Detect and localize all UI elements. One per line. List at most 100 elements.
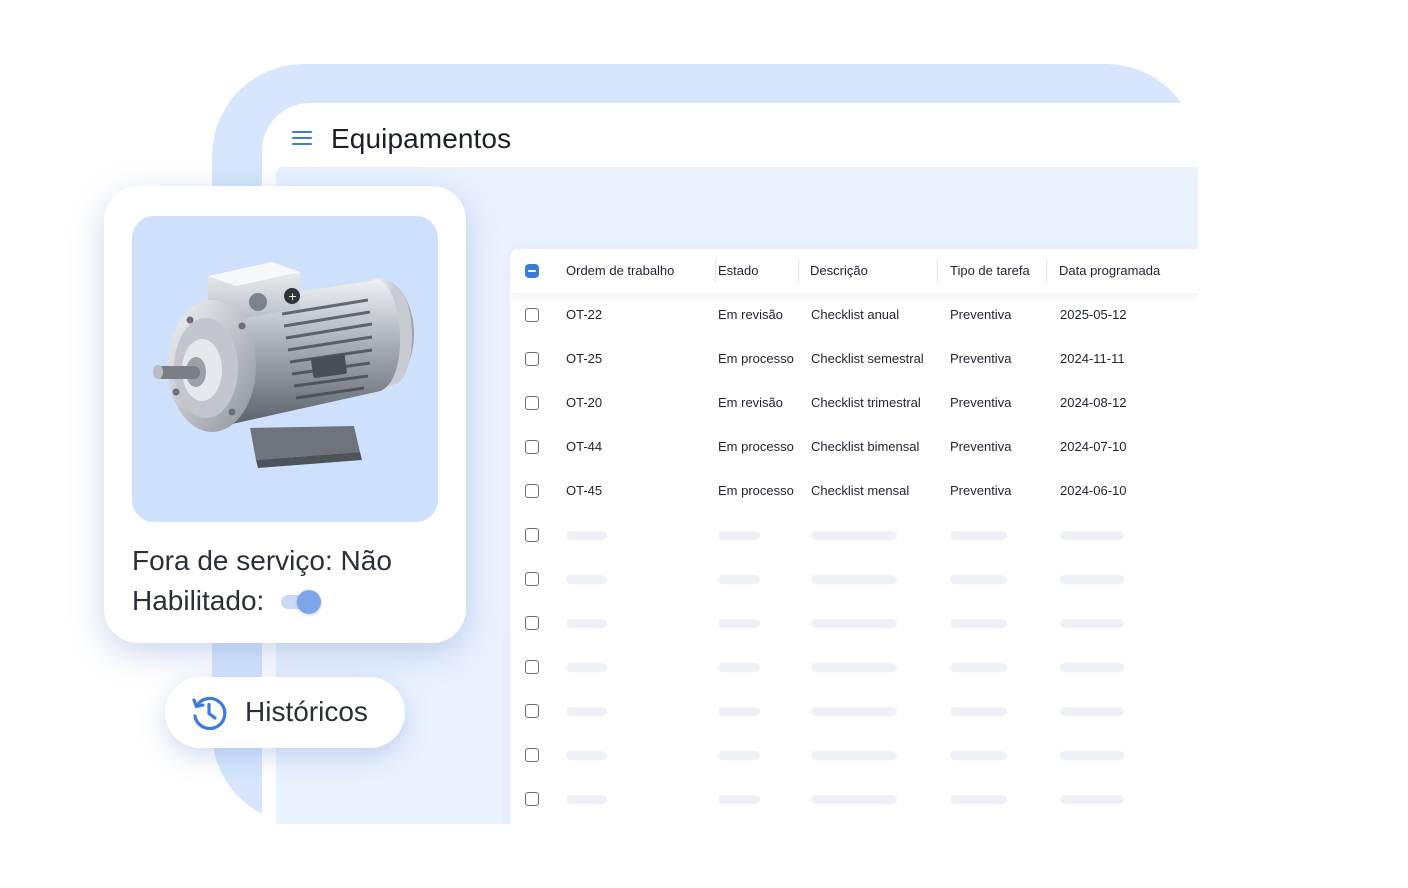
cell-description: Checklist semestral <box>811 351 924 366</box>
cell-status: Em processo <box>718 483 794 498</box>
skeleton-bar <box>718 751 760 760</box>
column-header-status[interactable]: Estado <box>718 262 758 280</box>
work-orders-table: Ordem de trabalho Estado Descrição Tipo … <box>510 249 1198 824</box>
table-header: Ordem de trabalho Estado Descrição Tipo … <box>510 249 1198 293</box>
cell-scheduled-date: 2024-07-10 <box>1060 439 1127 454</box>
skeleton-bar <box>950 795 1007 804</box>
column-divider[interactable] <box>937 259 938 283</box>
equipment-card: + Fora de serviço: Não Habilitado: <box>104 186 466 643</box>
placeholder-row <box>510 513 1198 557</box>
cell-status: Em processo <box>718 439 794 454</box>
skeleton-bar <box>950 663 1007 672</box>
cell-order: OT-25 <box>566 351 603 366</box>
skeleton-bar <box>718 795 760 804</box>
cell-description: Checklist mensal <box>811 483 910 498</box>
out-of-service-text: Fora de serviço: Não <box>132 545 392 576</box>
skeleton-bar <box>811 531 897 540</box>
cell-task-type: Preventiva <box>950 395 1012 410</box>
cell-description: Checklist anual <box>811 307 900 322</box>
select-all-checkbox[interactable] <box>525 264 539 278</box>
cell-status: Em revisão <box>718 395 784 410</box>
row-checkbox[interactable] <box>525 352 539 366</box>
electric-motor-image: + <box>132 216 438 522</box>
row-checkbox[interactable] <box>525 440 539 454</box>
skeleton-bar <box>950 575 1007 584</box>
skeleton-bar <box>566 619 607 628</box>
placeholder-row <box>510 689 1198 733</box>
row-checkbox[interactable] <box>525 484 539 498</box>
page-title: Equipamentos <box>331 123 512 154</box>
column-header-task-type[interactable]: Tipo de tarefa <box>950 262 1030 280</box>
skeleton-bar <box>1060 663 1124 672</box>
row-checkbox[interactable] <box>525 396 539 410</box>
hamburger-menu-icon[interactable] <box>292 130 312 146</box>
placeholder-row <box>510 645 1198 689</box>
row-checkbox[interactable] <box>525 616 539 630</box>
history-button[interactable]: Históricos <box>165 677 405 748</box>
skeleton-bar <box>566 795 607 804</box>
cell-order: OT-22 <box>566 307 603 322</box>
table-row[interactable]: OT-25 Em processo Checklist semestral Pr… <box>510 337 1198 381</box>
skeleton-bar <box>950 751 1007 760</box>
row-checkbox[interactable] <box>525 704 539 718</box>
row-checkbox[interactable] <box>525 748 539 762</box>
skeleton-bar <box>950 707 1007 716</box>
cell-order: OT-44 <box>566 439 603 454</box>
cell-task-type: Preventiva <box>950 439 1012 454</box>
cell-task-type: Preventiva <box>950 307 1012 322</box>
enabled-toggle[interactable] <box>281 590 325 614</box>
skeleton-bar <box>566 663 607 672</box>
row-checkbox[interactable] <box>525 792 539 806</box>
column-header-order[interactable]: Ordem de trabalho <box>566 262 674 280</box>
cell-scheduled-date: 2024-08-12 <box>1060 395 1127 410</box>
row-checkbox[interactable] <box>525 572 539 586</box>
column-divider[interactable] <box>798 259 799 283</box>
svg-text:+: + <box>288 290 297 303</box>
cell-order: OT-45 <box>566 483 603 498</box>
placeholder-row <box>510 601 1198 645</box>
cell-task-type: Preventiva <box>950 351 1012 366</box>
table-row[interactable]: OT-45 Em processo Checklist mensal Preve… <box>510 469 1198 513</box>
column-header-description[interactable]: Descrição <box>810 262 868 280</box>
placeholder-row <box>510 557 1198 601</box>
skeleton-bar <box>566 531 607 540</box>
skeleton-bar <box>718 531 760 540</box>
toggle-knob <box>297 590 321 614</box>
skeleton-bar <box>1060 619 1124 628</box>
cell-scheduled-date: 2024-06-10 <box>1060 483 1127 498</box>
cell-description: Checklist trimestral <box>811 395 921 410</box>
table-row[interactable]: OT-20 Em revisão Checklist trimestral Pr… <box>510 381 1198 425</box>
row-checkbox[interactable] <box>525 528 539 542</box>
skeleton-bar <box>718 619 760 628</box>
skeleton-bar <box>811 707 897 716</box>
row-checkbox[interactable] <box>525 308 539 322</box>
skeleton-bar <box>811 663 897 672</box>
cell-order: OT-20 <box>566 395 603 410</box>
skeleton-bar <box>718 663 760 672</box>
skeleton-bar <box>1060 575 1124 584</box>
column-divider[interactable] <box>1046 259 1047 283</box>
skeleton-bar <box>811 795 897 804</box>
enabled-label: Habilitado: <box>132 585 265 616</box>
cell-scheduled-date: 2025-05-12 <box>1060 307 1127 322</box>
skeleton-bar <box>950 531 1007 540</box>
history-icon <box>188 692 230 734</box>
skeleton-bar <box>950 619 1007 628</box>
cell-status: Em processo <box>718 351 794 366</box>
history-label: Históricos <box>245 696 368 727</box>
row-checkbox[interactable] <box>525 660 539 674</box>
cell-description: Checklist bimensal <box>811 439 920 454</box>
column-header-scheduled-date[interactable]: Data programada <box>1059 262 1160 280</box>
skeleton-bar <box>566 707 607 716</box>
column-divider[interactable] <box>715 259 716 283</box>
placeholder-row <box>510 733 1198 777</box>
cell-status: Em revisão <box>718 307 784 322</box>
table-row[interactable]: OT-44 Em processo Checklist bimensal Pre… <box>510 425 1198 469</box>
skeleton-bar <box>1060 707 1124 716</box>
skeleton-bar <box>718 707 760 716</box>
table-row[interactable]: OT-22 Em revisão Checklist anual Prevent… <box>510 293 1198 337</box>
skeleton-bar <box>718 575 760 584</box>
skeleton-bar <box>566 751 607 760</box>
cell-scheduled-date: 2024-11-11 <box>1060 351 1125 366</box>
skeleton-bar <box>1060 795 1124 804</box>
